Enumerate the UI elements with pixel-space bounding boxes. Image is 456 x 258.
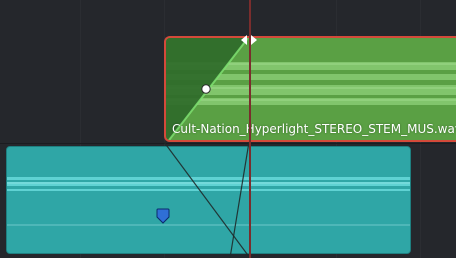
timeline[interactable]: Cult-Nation_Hyperlight_STEREO_STEM_MUS.w… bbox=[0, 0, 456, 258]
audio-clip-name: Cult-Nation_Hyperlight_STEREO_STEM_MUS.w… bbox=[172, 122, 456, 136]
fade-handle-icon[interactable] bbox=[239, 34, 259, 46]
blue-marker-icon[interactable] bbox=[156, 208, 170, 224]
